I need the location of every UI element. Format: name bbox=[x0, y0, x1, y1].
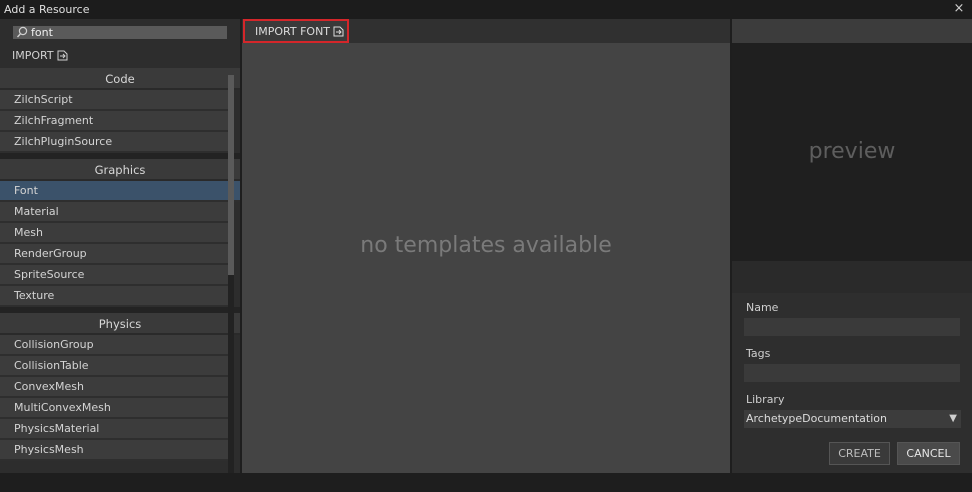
preview-area: preview bbox=[732, 43, 972, 261]
title-bar: Add a Resource × bbox=[0, 0, 972, 19]
list-item[interactable]: Texture bbox=[0, 286, 228, 307]
list-item[interactable]: Material bbox=[0, 202, 228, 223]
list-item[interactable]: Font bbox=[0, 181, 240, 202]
list-scrollbar[interactable] bbox=[228, 75, 234, 485]
template-toolbar: IMPORT FONT bbox=[242, 19, 730, 43]
group-header: Physics bbox=[0, 313, 240, 335]
import-font-button[interactable]: IMPORT FONT bbox=[243, 19, 349, 43]
scrollbar-thumb[interactable] bbox=[228, 75, 234, 275]
window-title: Add a Resource bbox=[4, 3, 90, 16]
import-label: IMPORT bbox=[12, 48, 54, 62]
library-value: ArchetypeDocumentation bbox=[746, 412, 887, 425]
list-item[interactable]: RenderGroup bbox=[0, 244, 228, 265]
search-icon bbox=[16, 26, 28, 38]
dropdown-arrow-icon: ▼ bbox=[949, 413, 957, 424]
tags-label: Tags bbox=[746, 347, 771, 360]
name-field[interactable] bbox=[744, 318, 960, 336]
list-item[interactable]: ConvexMesh bbox=[0, 377, 228, 398]
resource-type-panel: IMPORT CodeZilchScriptZilchFragmentZilch… bbox=[0, 19, 240, 485]
resource-details-panel: preview Name Tags Library ArchetypeDocum… bbox=[732, 19, 972, 473]
create-button[interactable]: CREATE bbox=[829, 442, 890, 465]
list-item[interactable]: ZilchFragment bbox=[0, 111, 228, 132]
cancel-button[interactable]: CANCEL bbox=[897, 442, 960, 465]
import-button[interactable]: IMPORT bbox=[12, 48, 68, 62]
list-item[interactable]: PhysicsMaterial bbox=[0, 419, 228, 440]
list-item[interactable]: SpriteSource bbox=[0, 265, 228, 286]
details-divider bbox=[732, 261, 972, 293]
import-icon bbox=[333, 26, 344, 36]
details-toolbar bbox=[732, 19, 972, 43]
close-icon[interactable]: × bbox=[952, 1, 966, 17]
search-input[interactable] bbox=[31, 25, 221, 39]
tags-field[interactable] bbox=[744, 364, 960, 382]
import-icon bbox=[57, 50, 68, 60]
list-item[interactable]: PhysicsMesh bbox=[0, 440, 228, 461]
empty-templates-message: no templates available bbox=[360, 233, 612, 258]
import-font-label: IMPORT FONT bbox=[255, 24, 331, 38]
preview-label: preview bbox=[808, 139, 896, 164]
name-label: Name bbox=[746, 301, 779, 314]
group-header: Code bbox=[0, 68, 240, 90]
list-item[interactable]: ZilchPluginSource bbox=[0, 132, 228, 153]
search-box[interactable] bbox=[13, 25, 227, 39]
group-header: Graphics bbox=[0, 159, 240, 181]
list-item[interactable]: MultiConvexMesh bbox=[0, 398, 228, 419]
list-item[interactable]: CollisionTable bbox=[0, 356, 228, 377]
list-item[interactable]: ZilchScript bbox=[0, 90, 228, 111]
library-select[interactable]: ArchetypeDocumentation ▼ bbox=[744, 410, 961, 428]
list-item[interactable]: Mesh bbox=[0, 223, 228, 244]
bottom-bar bbox=[0, 473, 972, 492]
library-label: Library bbox=[746, 393, 785, 406]
template-panel: IMPORT FONT no templates available bbox=[242, 19, 730, 473]
list-item[interactable]: CollisionGroup bbox=[0, 335, 228, 356]
resource-type-list: Code ZilchScript ZilchFragment ZilchPluginS… bbox=[0, 68, 240, 473]
